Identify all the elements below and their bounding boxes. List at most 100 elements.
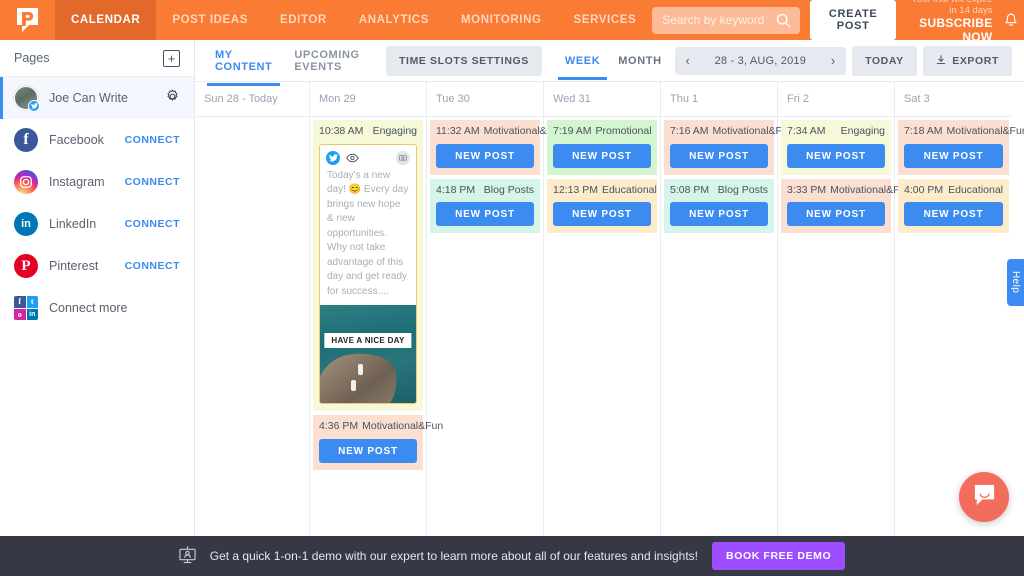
sidebar-item-label: Connect more: [49, 301, 180, 315]
sidebar-item-pinterest[interactable]: P Pinterest CONNECT: [0, 245, 194, 287]
tab-upcoming-events[interactable]: UPCOMING EVENTS: [286, 36, 380, 85]
slot-header: 4:36 PM Motivational&Fun: [319, 420, 417, 434]
linkedin-icon: in: [14, 212, 38, 236]
column-slots: 11:32 AM Motivational&Fun NEW POST 4:18 …: [427, 120, 543, 233]
connect-linkedin-link[interactable]: CONNECT: [125, 218, 180, 230]
slot-time: 7:19 AM: [553, 125, 592, 139]
new-post-button[interactable]: NEW POST: [787, 202, 885, 226]
book-free-demo-button[interactable]: BOOK FREE DEMO: [712, 542, 845, 570]
new-post-button[interactable]: NEW POST: [787, 144, 885, 168]
main-nav: CALENDAR POST IDEAS EDITOR ANALYTICS MON…: [55, 0, 652, 40]
new-post-button[interactable]: NEW POST: [553, 202, 651, 226]
nav-item-editor[interactable]: EDITOR: [264, 0, 343, 40]
sidebar-item-joe-can-write[interactable]: Joe Can Write: [0, 77, 194, 119]
nav-label: EDITOR: [280, 14, 327, 26]
time-slot[interactable]: 4:18 PM Blog Posts NEW POST: [430, 179, 540, 234]
slot-header: 7:19 AM Promotional: [553, 125, 651, 139]
sidebar-item-instagram[interactable]: Instagram CONNECT: [0, 161, 194, 203]
time-slot[interactable]: 10:38 AM Engaging: [313, 120, 423, 411]
twitter-glyph: t: [27, 296, 39, 308]
tab-my-content[interactable]: MY CONTENT: [207, 36, 280, 85]
connect-facebook-link[interactable]: CONNECT: [125, 134, 180, 146]
app-logo[interactable]: [0, 0, 55, 40]
nav-item-analytics[interactable]: ANALYTICS: [343, 0, 445, 40]
slot-header: 7:18 AM Motivational&Fun: [904, 125, 1003, 139]
new-post-button[interactable]: NEW POST: [319, 439, 417, 463]
nav-item-services[interactable]: SERVICES: [558, 0, 653, 40]
slot-header: 12:13 PM Educational: [553, 184, 651, 198]
nav-item-monitoring[interactable]: MONITORING: [445, 0, 558, 40]
column-day-label: Mon 29: [310, 82, 426, 117]
column-slots: 10:38 AM Engaging: [310, 120, 426, 470]
gear-icon[interactable]: [165, 89, 180, 107]
slot-time: 10:38 AM: [319, 125, 363, 139]
connect-pinterest-link[interactable]: CONNECT: [125, 260, 180, 272]
time-slot[interactable]: 12:13 PM Educational NEW POST: [547, 179, 657, 234]
time-slot[interactable]: 4:36 PM Motivational&Fun NEW POST: [313, 415, 423, 470]
view-month-tab[interactable]: MONTH: [611, 42, 668, 79]
demo-footer-banner: Get a quick 1-on-1 demo with our expert …: [0, 536, 1024, 576]
calendar-week-grid: Sun 28 - Today Mon 29 10:38 AM Engaging: [195, 82, 1024, 536]
new-post-button[interactable]: NEW POST: [553, 144, 651, 168]
preview-eye-icon[interactable]: [346, 153, 359, 163]
export-button[interactable]: EXPORT: [923, 46, 1012, 76]
time-slot[interactable]: 7:19 AM Promotional NEW POST: [547, 120, 657, 175]
prev-week-button[interactable]: ‹: [675, 47, 701, 75]
chat-widget-button[interactable]: [959, 472, 1009, 522]
connect-instagram-link[interactable]: CONNECT: [125, 176, 180, 188]
new-post-button[interactable]: NEW POST: [904, 144, 1003, 168]
time-slot[interactable]: 7:16 AM Motivational&Fun NEW POST: [664, 120, 774, 175]
search-box[interactable]: [652, 7, 800, 34]
slot-header: 4:18 PM Blog Posts: [436, 184, 534, 198]
time-slot[interactable]: 11:32 AM Motivational&Fun NEW POST: [430, 120, 540, 175]
column-day-label: Sun 28 - Today: [195, 82, 309, 117]
new-post-button[interactable]: NEW POST: [670, 144, 768, 168]
column-slots: 7:16 AM Motivational&Fun NEW POST 5:08 P…: [661, 120, 777, 233]
sidebar-item-facebook[interactable]: f Facebook CONNECT: [0, 119, 194, 161]
new-post-button[interactable]: NEW POST: [670, 202, 768, 226]
add-page-button[interactable]: +: [163, 50, 180, 67]
column-day-label: Thu 1: [661, 82, 777, 117]
slot-header: 5:08 PM Blog Posts: [670, 184, 768, 198]
sidebar-item-label: Pinterest: [49, 259, 114, 273]
sidebar-item-linkedin[interactable]: in LinkedIn CONNECT: [0, 203, 194, 245]
twitter-badge-icon: [28, 100, 40, 112]
new-post-button[interactable]: NEW POST: [436, 202, 534, 226]
slot-header: 3:33 PM Motivational&Fun: [787, 184, 885, 198]
promorepublic-logo-icon: [15, 7, 40, 33]
time-slot[interactable]: 3:33 PM Motivational&Fun NEW POST: [781, 179, 891, 234]
slot-header: 11:32 AM Motivational&Fun: [436, 125, 534, 139]
time-slots-settings-button[interactable]: TIME SLOTS SETTINGS: [386, 46, 542, 76]
column-day-label: Wed 31: [544, 82, 660, 117]
nav-item-post-ideas[interactable]: POST IDEAS: [156, 0, 264, 40]
search-icon[interactable]: [776, 13, 791, 31]
download-icon: [936, 55, 953, 67]
top-navigation-bar: CALENDAR POST IDEAS EDITOR ANALYTICS MON…: [0, 0, 1024, 40]
nav-item-calendar[interactable]: CALENDAR: [55, 0, 156, 40]
slot-category: Blog Posts: [718, 184, 768, 198]
today-button[interactable]: TODAY: [852, 46, 917, 76]
time-slot[interactable]: 4:00 PM Educational NEW POST: [898, 179, 1009, 234]
time-slot[interactable]: 5:08 PM Blog Posts NEW POST: [664, 179, 774, 234]
new-post-button[interactable]: NEW POST: [904, 202, 1003, 226]
help-tab[interactable]: Help: [1007, 259, 1024, 306]
nav-label: POST IDEAS: [172, 14, 248, 26]
view-week-tab[interactable]: WEEK: [558, 42, 607, 79]
column-slots: 7:19 AM Promotional NEW POST 12:13 PM Ed…: [544, 120, 660, 233]
sidebar-item-connect-more[interactable]: f t o in Connect more: [0, 287, 194, 329]
new-post-button[interactable]: NEW POST: [436, 144, 534, 168]
linkedin-glyph: in: [27, 309, 39, 321]
time-slot[interactable]: 7:34 AM Engaging NEW POST: [781, 120, 891, 175]
slot-time: 5:08 PM: [670, 184, 709, 198]
notifications-bell-icon[interactable]: [1003, 12, 1019, 29]
create-post-button[interactable]: CREATE POST: [810, 0, 896, 40]
trial-notice[interactable]: Your trial will expire in 14 days SUBSCR…: [906, 0, 993, 45]
search-input[interactable]: [662, 13, 790, 27]
next-week-button[interactable]: ›: [820, 47, 846, 75]
slot-category: Motivational&Fun: [947, 125, 1024, 139]
column-day-label: Sat 3: [895, 82, 1012, 117]
calendar-toolbar: MY CONTENT UPCOMING EVENTS TIME SLOTS SE…: [195, 40, 1024, 82]
slot-time: 4:36 PM: [319, 420, 358, 434]
time-slot[interactable]: 7:18 AM Motivational&Fun NEW POST: [898, 120, 1009, 175]
scheduled-post-card[interactable]: Today's a new day! 😊 Every day brings ne…: [319, 144, 417, 405]
